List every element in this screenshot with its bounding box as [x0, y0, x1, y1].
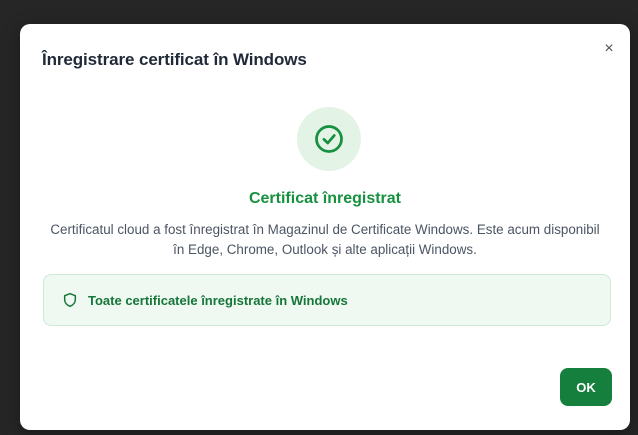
ok-button[interactable]: OK	[560, 368, 612, 406]
success-description: Certificatul cloud a fost înregistrat în…	[50, 222, 600, 257]
shield-icon	[62, 291, 78, 309]
info-banner: Toate certificatele înregistrate în Wind…	[43, 274, 611, 326]
success-heading: Certificat înregistrat	[248, 190, 402, 207]
check-circle-icon	[315, 125, 343, 153]
success-badge	[297, 107, 361, 171]
close-button[interactable]: ×	[598, 38, 620, 60]
register-certificate-dialog: Înregistrare certificat în Windows × Cer…	[20, 24, 630, 430]
info-banner-text: Toate certificatele înregistrate în Wind…	[88, 292, 348, 308]
close-icon: ×	[604, 40, 614, 57]
dialog-title: Înregistrare certificat în Windows	[42, 50, 307, 69]
